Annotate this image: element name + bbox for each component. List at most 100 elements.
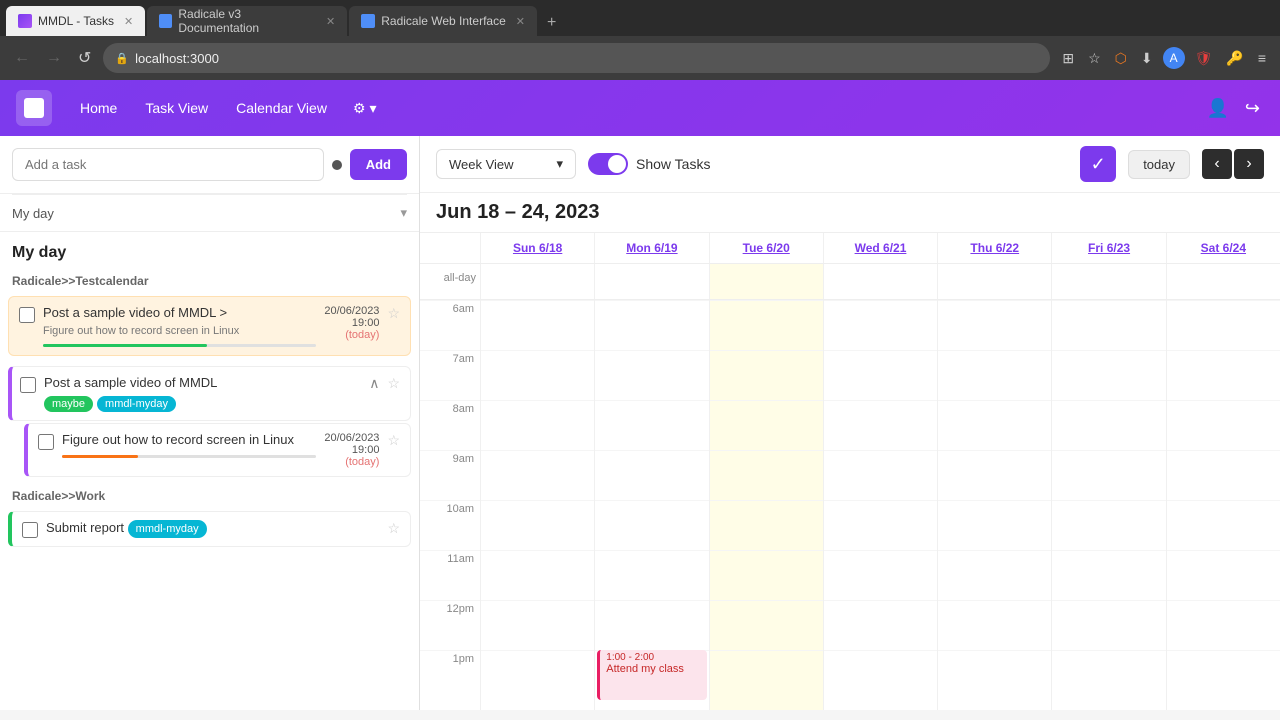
- extensions-button[interactable]: ⊞: [1058, 46, 1078, 71]
- task-today-1: (today): [324, 329, 379, 341]
- ublock-button[interactable]: 🛡: [1191, 46, 1217, 71]
- tab-close-radicale2[interactable]: ✕: [516, 15, 525, 28]
- calendar-check-button[interactable]: ✓: [1080, 146, 1116, 182]
- tab-label-radicale: Radicale v3 Documentation: [178, 7, 316, 35]
- task-date-1: 20/06/2023: [324, 305, 379, 317]
- more-button[interactable]: ≡: [1254, 46, 1270, 70]
- task-right-3: 20/06/2023 19:00 (today): [324, 432, 379, 468]
- time-slot-7am: 7am: [420, 350, 480, 400]
- cal-day-header-tue[interactable]: Tue 6/20: [709, 233, 823, 263]
- cal-col-mon: 1:00 - 2:00 Attend my class: [594, 300, 708, 710]
- show-tasks-switch[interactable]: [588, 153, 628, 175]
- task-collapse-icon[interactable]: ∧: [369, 375, 379, 392]
- week-view-select[interactable]: Week View ▾: [436, 149, 576, 179]
- new-tab-button[interactable]: +: [539, 10, 564, 36]
- tab-label-mmdl: MMDL - Tasks: [38, 14, 114, 28]
- refresh-button[interactable]: ↺: [74, 44, 95, 72]
- task-tags-2: maybe mmdl-myday: [44, 396, 361, 412]
- download-button[interactable]: ⬇: [1137, 46, 1157, 71]
- browser-chrome: MMDL - Tasks ✕ Radicale v3 Documentation…: [0, 0, 1280, 80]
- tab-radicale-web[interactable]: Radicale Web Interface ✕: [349, 6, 537, 36]
- time-slot-12pm: 12pm: [420, 600, 480, 650]
- dropdown-chevron-icon: ▾: [400, 205, 407, 221]
- nav-task-view[interactable]: Task View: [133, 94, 220, 123]
- tab-close-mmdl[interactable]: ✕: [124, 15, 133, 28]
- header-profile-icon[interactable]: 👤: [1202, 94, 1232, 123]
- right-panel: Week View ▾ Show Tasks ✓ today ‹ › Jun 1…: [420, 136, 1280, 710]
- all-day-cell-fri: [1051, 264, 1165, 299]
- prev-week-button[interactable]: ‹: [1202, 149, 1232, 179]
- cal-day-header-thu[interactable]: Thu 6/22: [937, 233, 1051, 263]
- cal-col-tue: [709, 300, 823, 710]
- forward-button[interactable]: →: [42, 45, 66, 71]
- cal-day-header-fri[interactable]: Fri 6/23: [1051, 233, 1165, 263]
- back-button[interactable]: ←: [10, 45, 34, 71]
- task-content-3: Figure out how to record screen in Linux: [62, 432, 316, 458]
- task-title-2: Post a sample video of MMDL: [44, 375, 361, 392]
- cal-col-wed: [823, 300, 937, 710]
- settings-icon: ⚙: [353, 100, 366, 117]
- calendar-all-day-row: all-day: [420, 264, 1280, 300]
- task-group-expanded: Post a sample video of MMDL maybe mmdl-m…: [0, 362, 419, 483]
- header-logout-icon[interactable]: ↪: [1241, 94, 1264, 123]
- cal-day-header-wed[interactable]: Wed 6/21: [823, 233, 937, 263]
- task-star-2[interactable]: ☆: [387, 375, 400, 392]
- settings-chevron: ▾: [370, 100, 377, 117]
- task-content-1: Post a sample video of MMDL > Figure out…: [43, 305, 316, 347]
- task-checkbox-1[interactable]: [19, 307, 35, 323]
- task-title-4: Submit report mmdl-myday: [46, 520, 379, 538]
- nav-calendar-view[interactable]: Calendar View: [224, 94, 339, 123]
- bookmark-button[interactable]: ☆: [1084, 46, 1105, 71]
- all-day-label: all-day: [420, 264, 480, 299]
- bitwarden-button[interactable]: 🔑: [1222, 46, 1247, 71]
- my-day-section-title: My day: [0, 232, 419, 268]
- today-button[interactable]: today: [1128, 150, 1190, 179]
- time-slot-1pm: 1pm: [420, 650, 480, 700]
- add-button[interactable]: Add: [350, 149, 407, 180]
- event-title: Attend my class: [606, 663, 700, 675]
- cal-col-thu: [937, 300, 1051, 710]
- task-item-post-video-expanded[interactable]: Post a sample video of MMDL maybe mmdl-m…: [8, 366, 411, 421]
- task-title-3: Figure out how to record screen in Linux: [62, 432, 316, 449]
- task-item-submit-report[interactable]: Submit report mmdl-myday ☆: [8, 511, 411, 547]
- task-subtitle-1: Figure out how to record screen in Linux: [43, 324, 316, 338]
- task-item-post-video-collapsed[interactable]: Post a sample video of MMDL > Figure out…: [8, 296, 411, 356]
- tab-mmdl-tasks[interactable]: MMDL - Tasks ✕: [6, 6, 145, 36]
- time-slot-8am: 8am: [420, 400, 480, 450]
- nav-settings[interactable]: ⚙ ▾: [343, 94, 387, 123]
- tab-radicale-docs[interactable]: Radicale v3 Documentation ✕: [147, 6, 347, 36]
- task-item-record-screen[interactable]: Figure out how to record screen in Linux…: [24, 423, 411, 477]
- time-slot-10am: 10am: [420, 500, 480, 550]
- add-task-input[interactable]: [12, 148, 324, 181]
- pocket-button[interactable]: ⬡: [1111, 46, 1131, 71]
- calendar-date-range: Jun 18 – 24, 2023: [420, 193, 1280, 233]
- my-day-dropdown[interactable]: My day ▾: [0, 195, 419, 232]
- dot-button[interactable]: [332, 160, 342, 170]
- task-checkbox-3[interactable]: [38, 434, 54, 450]
- app-header-right: 👤 ↪: [1202, 94, 1264, 123]
- cal-day-header-sun[interactable]: Sun 6/18: [480, 233, 594, 263]
- app-header: Home Task View Calendar View ⚙ ▾ 👤 ↪: [0, 80, 1280, 136]
- task-star-3[interactable]: ☆: [387, 432, 400, 449]
- cal-day-header-mon[interactable]: Mon 6/19: [594, 233, 708, 263]
- next-week-button[interactable]: ›: [1234, 149, 1264, 179]
- task-progress-bar-3: [62, 455, 138, 458]
- task-checkbox-4[interactable]: [22, 522, 38, 538]
- cal-col-sun: [480, 300, 594, 710]
- tab-close-radicale[interactable]: ✕: [326, 15, 335, 28]
- tag-mmdl-myday-2: mmdl-myday: [97, 396, 176, 412]
- tab-favicon-radicale2: [361, 14, 375, 28]
- add-task-bar: Add: [0, 136, 419, 194]
- task-star-4[interactable]: ☆: [387, 520, 400, 537]
- tab-favicon-radicale: [159, 14, 172, 28]
- tab-label-radicale2: Radicale Web Interface: [381, 14, 506, 28]
- address-bar[interactable]: 🔒 localhost:3000: [103, 43, 1050, 73]
- cal-day-header-sat[interactable]: Sat 6/24: [1166, 233, 1280, 263]
- task-checkbox-2[interactable]: [20, 377, 36, 393]
- tag-maybe: maybe: [44, 396, 93, 412]
- event-attend-class[interactable]: 1:00 - 2:00 Attend my class: [597, 650, 706, 700]
- task-star-1[interactable]: ☆: [387, 305, 400, 322]
- nav-home[interactable]: Home: [68, 94, 129, 123]
- task-content-2: Post a sample video of MMDL maybe mmdl-m…: [44, 375, 361, 412]
- profile-button[interactable]: A: [1163, 47, 1185, 69]
